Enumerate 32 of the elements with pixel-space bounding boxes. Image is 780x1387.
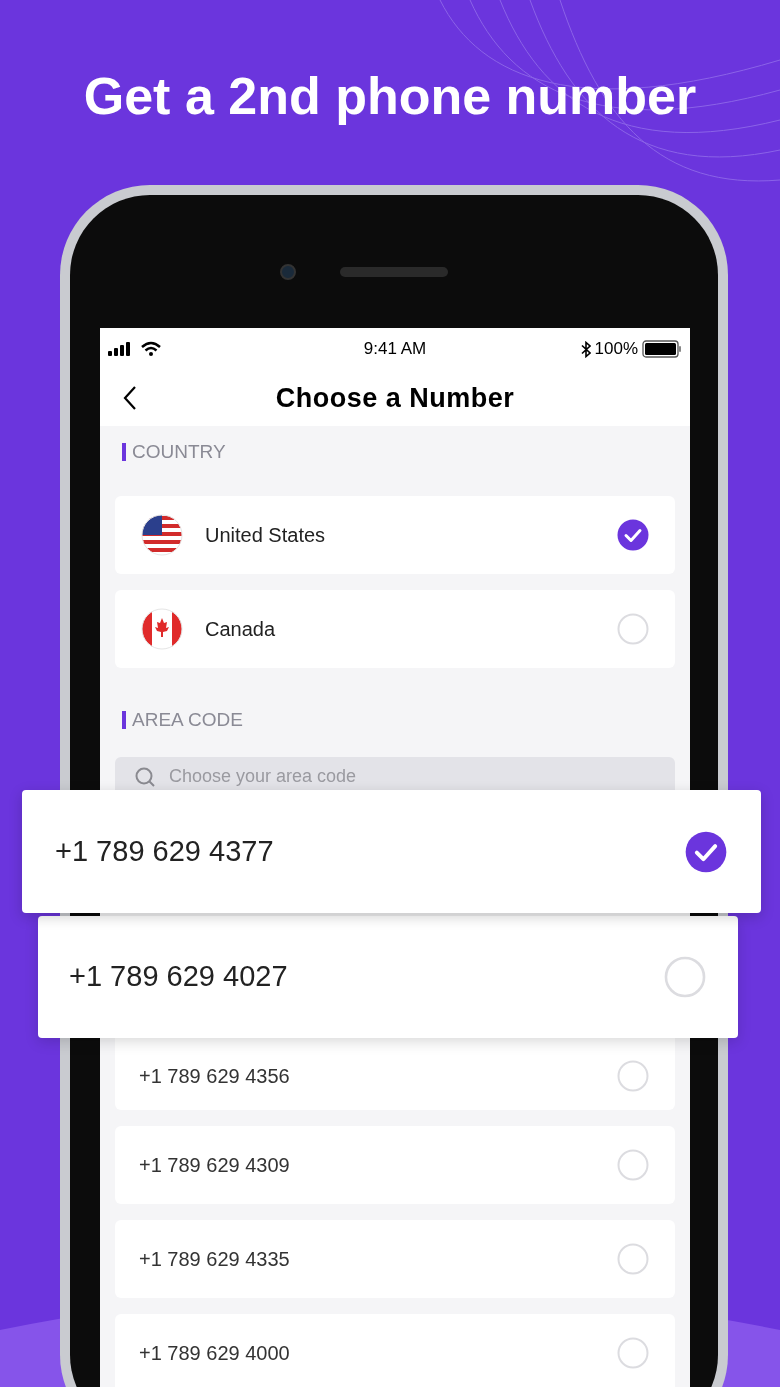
phone-number: +1 789 629 4377: [55, 833, 275, 869]
area-code-search-field[interactable]: Choose your area code: [115, 757, 675, 790]
number-option[interactable]: +1 789 629 4335: [115, 1220, 675, 1298]
number-card[interactable]: +1 789 629 4377: [22, 790, 761, 913]
phone-number: +1 789 629 4027: [69, 959, 289, 995]
back-chevron-icon: [123, 385, 137, 411]
section-marker: [122, 443, 126, 461]
status-time: 9:41 AM: [363, 338, 427, 361]
section-label: COUNTRY: [132, 439, 226, 464]
battery-icon: [642, 340, 682, 358]
phone-number: +1 789 629 4356: [139, 1064, 291, 1089]
wifi-icon: [140, 341, 162, 357]
screen-title: Choose a Number: [275, 381, 515, 415]
phone-number: +1 789 629 4335: [139, 1247, 291, 1272]
section-marker: [122, 711, 126, 729]
country-option[interactable]: United States: [115, 496, 675, 574]
battery-percentage: 100%: [594, 338, 638, 361]
search-icon: [135, 767, 155, 787]
bluetooth-icon: [580, 340, 591, 358]
number-option[interactable]: +1 789 629 4356: [115, 1038, 675, 1110]
number-option[interactable]: +1 789 629 4309: [115, 1126, 675, 1204]
number-card[interactable]: +1 789 629 4027: [38, 916, 738, 1038]
country-name: United States: [205, 523, 327, 548]
country-name: Canada: [205, 617, 277, 642]
phone-number: +1 789 629 4309: [139, 1153, 291, 1178]
number-option[interactable]: +1 789 629 4000: [115, 1314, 675, 1387]
country-option[interactable]: Canada: [115, 590, 675, 668]
phone-number: +1 789 629 4000: [139, 1341, 291, 1366]
flag-icon: [141, 608, 183, 650]
flag-icon: [141, 514, 183, 556]
section-label: AREA CODE: [132, 707, 243, 732]
speaker-icon: [340, 267, 448, 277]
